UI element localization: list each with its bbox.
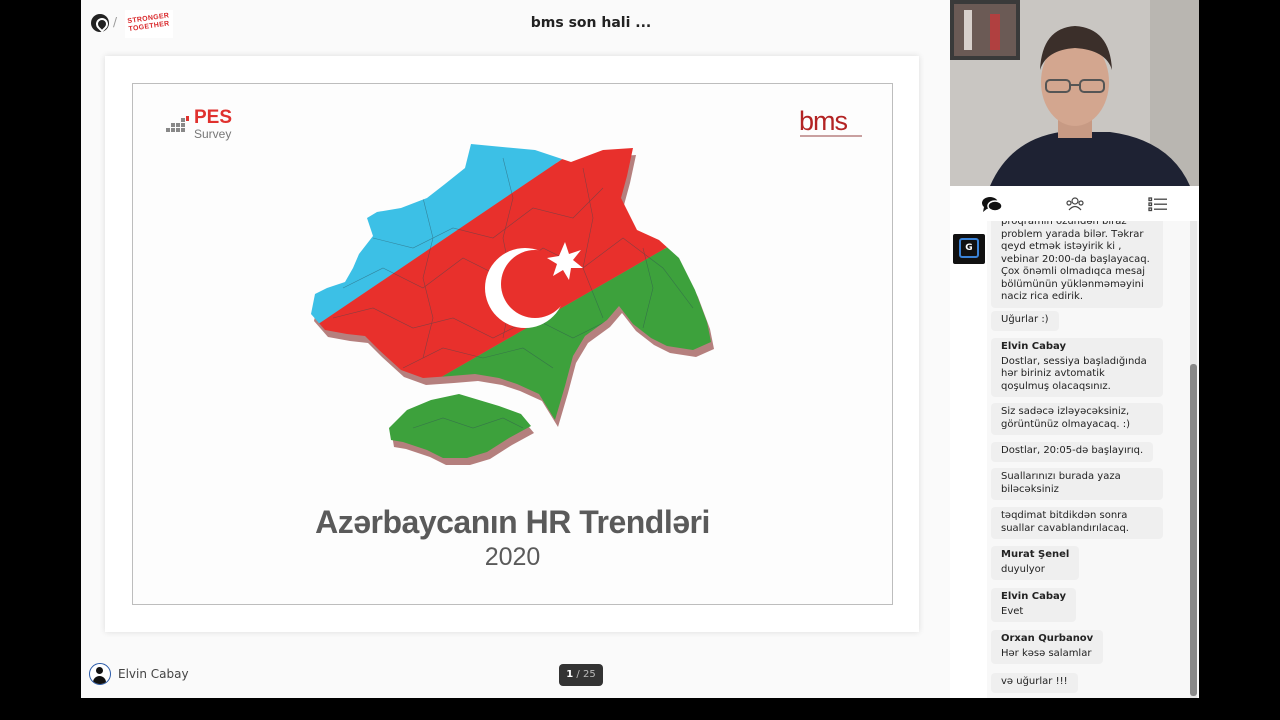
chat-message-text: proqramın özündən biraz problem yarada b…	[1001, 221, 1150, 302]
chat-message: Elvin Cabay Evet	[991, 588, 1077, 622]
people-icon	[1065, 196, 1084, 210]
slide-title: Azərbaycanın HR Trendləri	[315, 504, 710, 540]
list-icon	[1147, 196, 1167, 211]
chat-message-text: və uğurlar !!!	[1001, 676, 1068, 687]
chat-bubbles-icon	[981, 196, 1003, 212]
azerbaijan-flag-map	[311, 144, 714, 465]
chat-message: Uğurlar :)	[991, 311, 1059, 331]
pes-bars-icon	[166, 116, 189, 132]
chat-message: Siz sadəcə izləyəcəksiniz, görüntünüz ol…	[991, 403, 1163, 435]
g-button[interactable]: G	[953, 234, 985, 264]
chat-message: Dostlar, 20:05-də başlayırıq.	[991, 442, 1154, 462]
chat-message: proqramın özündən biraz problem yarada b…	[991, 221, 1163, 308]
presenter-name: Elvin Cabay	[118, 667, 189, 681]
chat-author: Elvin Cabay	[1001, 591, 1067, 602]
chat-message-text: Siz sadəcə izləyəcəksiniz, görüntünüz ol…	[1001, 406, 1131, 430]
side-strip: G	[950, 221, 987, 698]
slide-pager[interactable]: 1 / 25	[559, 664, 603, 686]
presentation-stage: / STRONGER TOGETHER bms son hali ... PES…	[81, 0, 950, 698]
chat-message-text: Dostlar, 20:05-də başlayırıq.	[1001, 445, 1144, 456]
app-window: / STRONGER TOGETHER bms son hali ... PES…	[81, 0, 1199, 698]
chat-message: təqdimat bitdikdən sonra suallar cavabla…	[991, 507, 1163, 539]
chat-message: və uğurlar !!!	[991, 673, 1078, 693]
slide-year: 2020	[484, 543, 541, 571]
chat-message-text: Evet	[1001, 605, 1024, 617]
top-bar: / STRONGER TOGETHER bms son hali ...	[81, 0, 950, 46]
chat-message-text: Uğurlar :)	[1001, 314, 1049, 325]
chat-message: Murat Şenel duyulyor	[991, 546, 1080, 580]
chat-message-text: duyulyor	[1001, 563, 1045, 575]
g-button-label: G	[959, 238, 979, 258]
page-title: bms son hali ...	[530, 15, 652, 31]
presenter-avatar-icon	[89, 663, 111, 685]
tab-participants[interactable]	[1033, 186, 1116, 221]
pager-current: 1	[566, 669, 574, 680]
chat-message-text: Dostlar, sessiya başladığında hər birini…	[1001, 355, 1147, 392]
pes-survey-logo: PES Survey	[166, 107, 256, 142]
chat-message-text: təqdimat bitdikdən sonra suallar cavabla…	[1001, 510, 1129, 534]
pes-logo-line2: Survey	[194, 127, 232, 141]
bms-logo-underline	[800, 135, 862, 137]
bms-logo: bms	[799, 106, 848, 136]
pes-logo-line1: PES	[194, 107, 233, 128]
chat-author: Elvin Cabay	[1001, 341, 1067, 352]
presenter-video	[950, 0, 1199, 186]
chat-scroll-thumb[interactable]	[1190, 364, 1197, 696]
chat-scrollbar[interactable]	[1190, 221, 1197, 698]
slide-frame: PES Survey bms Azərbaycanın HR Trendləri…	[105, 56, 919, 632]
chat-message: Suallarınızı burada yaza biləcəksiniz	[991, 468, 1163, 500]
right-panel: G proqramın özündən biraz problem yarada…	[950, 0, 1199, 698]
chat-message-text: Hər kəsə salamlar	[1001, 647, 1092, 659]
chat-author: Murat Şenel	[1001, 549, 1070, 560]
chat-message: Elvin Cabay Dostlar, sessiya başladığında…	[991, 338, 1163, 397]
panel-tabs	[950, 186, 1199, 222]
pager-total: 25	[582, 669, 596, 680]
tab-agenda[interactable]	[1116, 186, 1199, 221]
chat-panel: proqramın özündən biraz problem yarada b…	[987, 221, 1199, 698]
chat-message-text: Suallarınızı burada yaza biləcəksiniz	[1001, 471, 1121, 495]
webcam-image	[950, 0, 1199, 186]
chat-message: Orxan Qurbanov Hər kəsə salamlar	[991, 630, 1104, 664]
tab-chat[interactable]	[950, 186, 1033, 221]
chat-author: Orxan Qurbanov	[1001, 633, 1094, 644]
pager-separator: /	[576, 669, 580, 680]
slide: PES Survey bms Azərbaycanın HR Trendləri…	[132, 83, 893, 605]
